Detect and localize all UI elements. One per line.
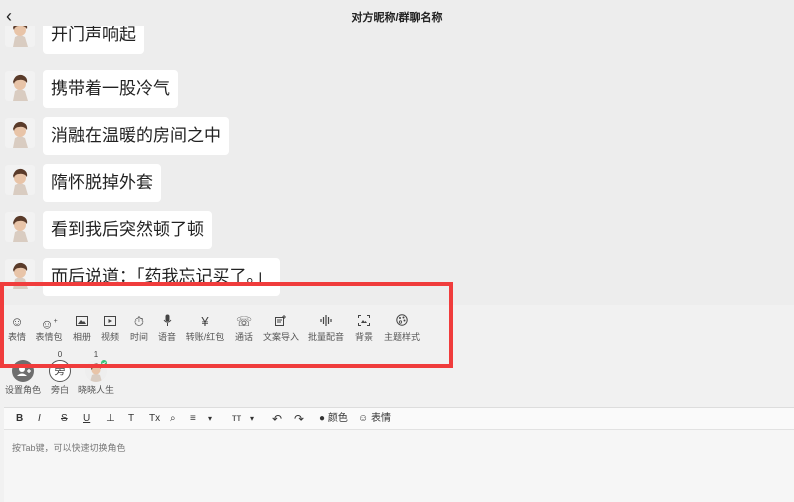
highlight-box (0, 282, 453, 368)
palette-icon: ● (319, 413, 326, 424)
redo-button[interactable]: ↷ (294, 412, 304, 426)
avatar[interactable] (5, 165, 35, 195)
chat-area: 开门声响起 携带着一股冷气 消融在温暖的房间之中 隋怀脱掉外套 看到我后突然顿了… (0, 26, 794, 305)
avatar[interactable] (5, 71, 35, 101)
avatar[interactable] (5, 118, 35, 148)
message-bubble[interactable]: 消融在温暖的房间之中 (43, 117, 229, 155)
underline-button[interactable]: U (83, 412, 90, 426)
align-button[interactable]: ≡ (190, 412, 196, 426)
message-bubble[interactable]: 看到我后突然顿了顿 (43, 211, 212, 249)
editor-placeholder[interactable]: 按Tab键，可以快速切换角色 (12, 441, 126, 454)
chevron-down-icon[interactable]: ▾ (250, 412, 254, 426)
font-size-button[interactable]: тт (232, 412, 241, 426)
page-title: 对方昵称/群聊名称 (351, 12, 443, 24)
chevron-down-icon[interactable]: ▾ (208, 412, 212, 426)
text-editor: B I S U ⊥ T Tx ⌕ ≡ ▾ тт ▾ ↶ ↷ ● 颜色 ☺ 表情 … (4, 407, 794, 502)
avatar[interactable] (5, 26, 35, 47)
clear-format-button[interactable]: Tx (149, 412, 160, 426)
strikethrough-button[interactable]: S (61, 412, 68, 426)
find-button[interactable]: ⌕ (170, 412, 176, 426)
emoji-button[interactable]: ☺ 表情 (358, 412, 391, 426)
editor-toolbar: B I S U ⊥ T Tx ⌕ ≡ ▾ тт ▾ ↶ ↷ ● 颜色 ☺ 表情 (4, 408, 794, 430)
smile-icon: ☺ (358, 413, 369, 424)
message-bubble[interactable]: 隋怀脱掉外套 (43, 164, 161, 202)
italic-button[interactable]: I (38, 412, 41, 426)
message-bubble[interactable]: 开门声响起 (43, 26, 144, 54)
color-button[interactable]: ● 颜色 (319, 412, 348, 426)
avatar[interactable] (5, 212, 35, 242)
subscript-button[interactable]: ⊥ (106, 412, 115, 426)
superscript-button[interactable]: T (128, 412, 134, 426)
message-bubble[interactable]: 携带着一股冷气 (43, 70, 178, 108)
undo-button[interactable]: ↶ (272, 412, 282, 426)
bold-button[interactable]: B (16, 412, 23, 426)
